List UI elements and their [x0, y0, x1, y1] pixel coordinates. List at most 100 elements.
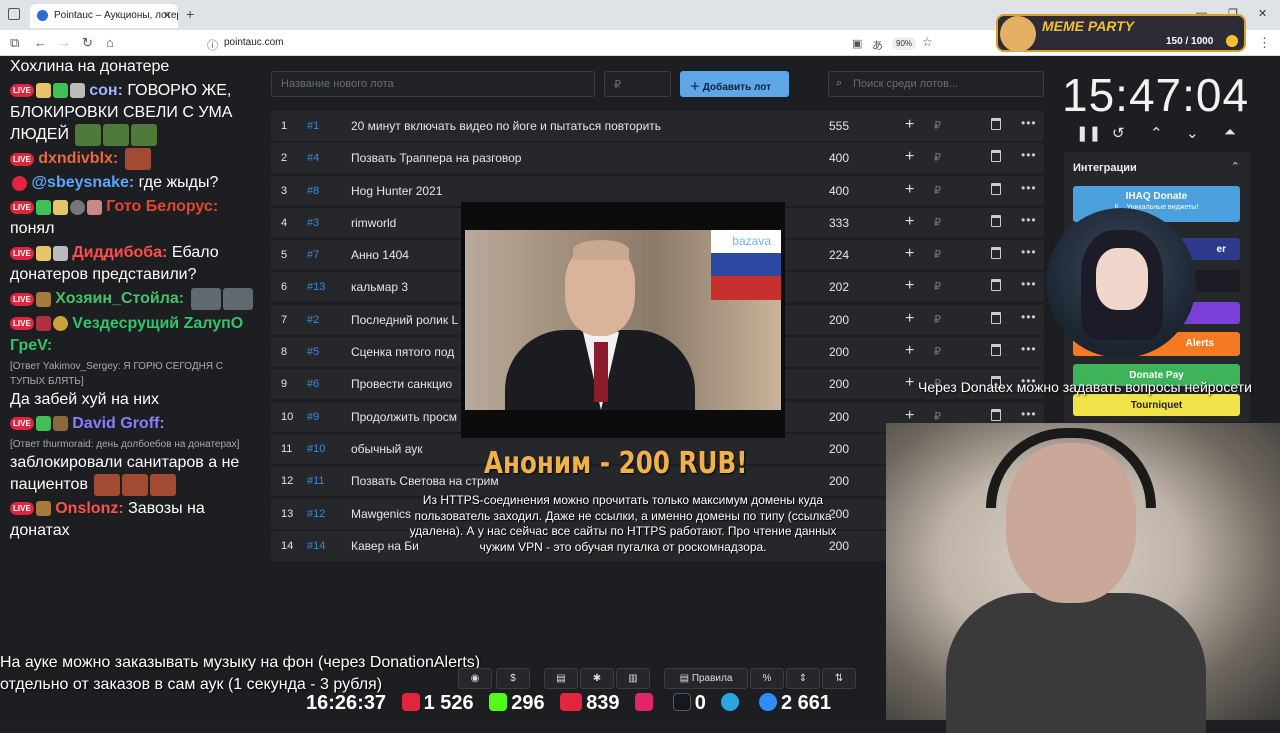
sub-badge-icon — [52, 83, 68, 99]
headphones-shape — [986, 428, 1156, 508]
delete-icon[interactable] — [991, 408, 1001, 421]
add-amount-icon[interactable]: + — [905, 374, 914, 392]
lot-name[interactable]: Сценка пятого под — [351, 345, 454, 359]
lot-currency[interactable]: ₽ — [934, 184, 941, 197]
add-amount-icon[interactable]: + — [905, 181, 914, 199]
lot-position: 12 — [281, 475, 294, 488]
lot-currency[interactable]: ₽ — [934, 216, 941, 229]
tourniquet-button[interactable]: Tourniquet — [1073, 394, 1240, 416]
lot-currency[interactable]: ₽ — [934, 345, 941, 358]
new-tab-icon[interactable]: + — [186, 6, 194, 22]
more-icon[interactable]: ••• — [1021, 310, 1037, 324]
lot-amount-input[interactable]: ₽ — [604, 71, 671, 97]
site-info-icon[interactable]: ⓘ — [207, 37, 218, 53]
lot-name[interactable]: 20 минут включать видео по йоге и пытать… — [351, 119, 661, 133]
double-up-icon[interactable]: ⏶ — [1224, 124, 1236, 141]
pause-icon[interactable]: ❚❚ — [1076, 124, 1101, 142]
forward-icon[interactable]: → — [58, 35, 71, 50]
more-icon[interactable]: ••• — [1021, 342, 1037, 356]
percent-button[interactable]: % — [750, 668, 784, 689]
lot-name[interactable]: кальмар 3 — [351, 280, 408, 294]
home-icon[interactable]: ⌂ — [106, 35, 114, 50]
new-lot-input[interactable]: Название нового лота — [271, 71, 595, 97]
delete-icon[interactable] — [991, 311, 1001, 324]
add-amount-icon[interactable]: + — [905, 213, 914, 231]
lot-name[interactable]: rimworld — [351, 216, 396, 230]
back-icon[interactable]: ← — [34, 35, 47, 50]
delete-icon[interactable] — [991, 150, 1001, 163]
add-lot-button[interactable]: ＋ Добавить лот — [680, 71, 789, 97]
more-icon[interactable]: ••• — [1021, 407, 1037, 421]
lot-name[interactable]: Позвать Светова на стрим — [351, 474, 499, 488]
add-amount-icon[interactable]: + — [905, 277, 914, 295]
rules-button[interactable]: ▤ Правила — [664, 668, 748, 689]
lot-currency[interactable]: ₽ — [934, 151, 941, 164]
lot-name[interactable]: Hog Hunter 2021 — [351, 184, 442, 198]
clear-icon[interactable]: ▥ — [616, 668, 650, 689]
tab-actions-icon[interactable] — [8, 8, 20, 20]
lot-name[interactable]: Анно 1404 — [351, 248, 409, 262]
lot-search-input[interactable]: ⌕ Поиск среди лотов... — [828, 71, 1044, 97]
more-icon[interactable]: ••• — [1021, 116, 1037, 130]
chevron-down-icon[interactable]: ⌄ — [1186, 124, 1199, 142]
zoom-level[interactable]: 90% — [892, 37, 917, 50]
reader-icon[interactable]: ▣ — [852, 37, 862, 50]
more-icon[interactable]: ••• — [1021, 148, 1037, 162]
lot-currency[interactable]: ₽ — [934, 313, 941, 326]
auction-timer: 15:47:04 — [1062, 69, 1250, 121]
lot-name[interactable]: Позвать Траппера на разговор — [351, 151, 521, 165]
lot-name[interactable]: Провести санкцио — [351, 377, 452, 391]
close-tab-icon[interactable]: ✕ — [163, 9, 172, 22]
delete-icon[interactable] — [991, 182, 1001, 195]
search-icon: ⌕ — [836, 77, 843, 89]
more-icon[interactable]: ••• — [1021, 181, 1037, 195]
delete-icon[interactable] — [991, 344, 1001, 357]
lot-name[interactable]: Продолжить просм — [351, 410, 457, 424]
lot-name[interactable]: Последний ролик L — [351, 313, 458, 327]
add-amount-icon[interactable]: + — [905, 342, 914, 360]
add-amount-icon[interactable]: + — [905, 148, 914, 166]
delete-icon[interactable] — [991, 118, 1001, 130]
chevron-up-icon[interactable]: ⌃ — [1150, 124, 1163, 142]
split-icon[interactable]: ⇕ — [786, 668, 820, 689]
more-icon[interactable]: ••• — [1021, 277, 1037, 291]
reload-icon[interactable]: ↻ — [82, 35, 93, 51]
chat-nick: сон: — [89, 82, 123, 99]
lot-position: 3 — [281, 184, 288, 197]
youtube-icon — [12, 175, 27, 191]
close-window-icon[interactable]: ✕ — [1258, 7, 1267, 20]
meme-party-title: MEME PARTY — [1042, 18, 1135, 34]
save-icon[interactable]: ▤ — [544, 668, 578, 689]
menu-icon[interactable]: ⋮ — [1258, 35, 1271, 51]
lot-currency[interactable]: ₽ — [934, 280, 941, 293]
lot-currency[interactable]: ₽ — [934, 410, 941, 423]
delete-icon[interactable] — [991, 279, 1001, 292]
bug-icon[interactable]: ✱ — [580, 668, 614, 689]
delete-icon[interactable] — [991, 214, 1001, 227]
rutube-icon — [672, 693, 691, 711]
add-amount-icon[interactable]: + — [905, 310, 914, 328]
favorite-star-icon[interactable]: ☆ — [922, 35, 933, 49]
add-amount-icon[interactable]: + — [905, 407, 914, 425]
collapse-icon[interactable]: ⌃ — [1231, 160, 1240, 173]
more-icon[interactable]: ••• — [1021, 245, 1037, 259]
lot-name[interactable]: обычный аук — [351, 442, 423, 456]
rutube-count: 0 — [694, 692, 706, 714]
browser-tab[interactable]: Pointauc – Аукционы, лотереи ✕ — [30, 4, 178, 28]
donate-icon[interactable]: $ — [496, 668, 530, 689]
collections-icon[interactable]: ⧉ — [10, 35, 19, 51]
delete-icon[interactable] — [991, 247, 1001, 260]
more-icon[interactable]: ••• — [1021, 213, 1037, 227]
pepe-emote-icon — [131, 124, 158, 146]
translate-icon[interactable]: あ — [872, 37, 883, 53]
sort-icon[interactable]: ⇅ — [822, 668, 856, 689]
lot-currency[interactable]: ₽ — [934, 119, 941, 132]
reset-icon[interactable]: ↺ — [1112, 124, 1125, 142]
lot-position: 10 — [281, 410, 294, 423]
github-icon[interactable]: ◉ — [458, 668, 492, 689]
add-amount-icon[interactable]: + — [905, 245, 914, 263]
spoon-badge-icon — [52, 415, 68, 431]
lot-currency[interactable]: ₽ — [934, 248, 941, 261]
url-field[interactable]: pointauc.com — [224, 37, 283, 48]
add-amount-icon[interactable]: + — [905, 116, 914, 134]
